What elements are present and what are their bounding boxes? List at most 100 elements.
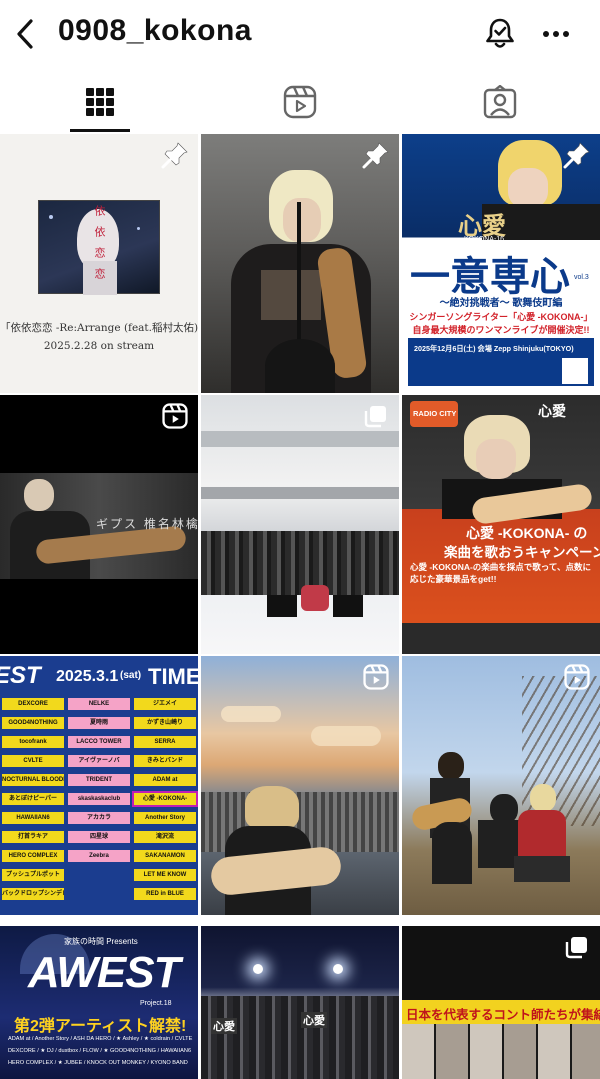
timetable-slot: 四星球 <box>68 831 130 843</box>
post-artwork: 依依恋恋 <box>38 200 160 295</box>
fan-sign: 心愛 <box>211 1018 237 1034</box>
artist-face <box>508 168 548 208</box>
performer-hair <box>245 786 299 830</box>
post-thumbnail[interactable] <box>201 134 399 393</box>
bell-check-icon <box>486 18 514 48</box>
timetable-slot: アカカラ <box>68 812 130 824</box>
pinned-badge <box>160 140 190 170</box>
mall-mid-floor <box>201 487 399 499</box>
fan-sign: 心愛 <box>301 1012 327 1028</box>
timetable-column-1: DEXCORE GOOD4NOTHING tocofrank CVLTE NOCTURN… <box>2 698 64 907</box>
reels-icon <box>363 664 389 690</box>
member-legs <box>514 856 570 882</box>
timetable-slot: ジエメイ <box>134 698 196 710</box>
more-options-button[interactable] <box>536 14 576 54</box>
timetable-slot: Another Story <box>134 812 196 824</box>
post-date: 2025.2.28 on stream <box>43 340 155 352</box>
mall-upper-floor <box>201 431 399 447</box>
post-thumbnail[interactable]: ギプス 椎名林檎 <box>0 395 198 654</box>
timetable-slot: HERO COMPLEX <box>2 850 64 862</box>
timetable-slot: かずき山崎り <box>134 717 196 729</box>
notifications-button[interactable] <box>480 14 520 54</box>
speaker-left <box>267 595 297 617</box>
video-frame: ギプス 椎名林檎 <box>0 473 198 579</box>
back-button[interactable] <box>8 14 42 54</box>
post-thumbnail[interactable]: 家族の時間 Presents AWEST Project.18 第2弾アーティス… <box>0 926 198 1079</box>
timetable-slot: SERRA <box>134 736 196 748</box>
tagged-icon <box>483 85 517 119</box>
artist-logo: 心愛 <box>538 404 566 420</box>
post-thumbnail[interactable]: RADIO CITY 心愛 心愛 -KOKONA- の 楽曲を歌おうキャンペーン… <box>402 395 600 654</box>
audience <box>201 996 399 1079</box>
tab-reels[interactable] <box>200 72 400 132</box>
member-body <box>518 810 566 856</box>
chevron-left-icon <box>17 19 33 49</box>
performer-face <box>283 198 321 242</box>
post-caption: 「依依恋恋 -Re:Arrange (feat.稲村太佑)」 <box>0 322 198 334</box>
artwork-title: 依依恋恋 <box>93 205 106 289</box>
campaign-body: 心愛 -KOKONA-の楽曲を採点で歌って、点数に応じた豪華景品をget!! <box>410 562 591 584</box>
profile-tabs <box>0 72 600 132</box>
timetable-slot: プッシュプルポット <box>2 869 64 881</box>
fest-logo: AWEST <box>28 948 180 997</box>
reels-badge <box>562 662 592 692</box>
campaign-headline-1: 心愛 -KOKONA- の <box>466 525 588 541</box>
fest-date: 2025.3.1 <box>56 668 119 685</box>
cloud <box>221 706 281 722</box>
timetable-slot: skaskaskaclub <box>68 793 130 805</box>
post-vol: vol.3 <box>574 274 589 281</box>
timetable-slot: NOCTURNAL BLOODLUST <box>2 774 64 786</box>
member-seated <box>432 822 472 884</box>
post-thumbnail[interactable]: 心愛 心愛 <box>201 926 399 1079</box>
timetable-slot: ADAM at <box>134 774 196 786</box>
stage-light <box>333 964 343 974</box>
lineup-line-1: ADAM at / Another Story / ASH DA HERO / … <box>8 1036 193 1042</box>
post-thumbnail[interactable]: 依依恋恋 「依依恋恋 -Re:Arrange (feat.稲村太佑)」 2025… <box>0 134 198 393</box>
post-thumbnail[interactable]: EST 2025.3.1 (sat) TIME TA DEXCORE GOOD4N… <box>0 656 198 915</box>
headline-banner: 日本を代表するコント師たちが集結! <box>402 1000 600 1024</box>
post-logo-sub: KOKONA-16 <box>464 236 505 243</box>
lineup-line-2: DEXCORE / ★ DJ / dustbox / FLOW / ★ GOOD… <box>8 1048 192 1054</box>
audience-head <box>265 339 335 393</box>
timetable-slot: 滝沢流 <box>134 831 196 843</box>
tab-tagged[interactable] <box>400 72 600 132</box>
timetable-slot: 打首ラキア <box>2 831 64 843</box>
venue-banner: 2025年12月6日(土) 会場 Zepp Shinjuku(TOKYO) <box>408 338 594 386</box>
timetable-slot: GOOD4NOTHING <box>2 717 64 729</box>
stage-light <box>253 964 263 974</box>
campaign-headline-2: 楽曲を歌おうキャンペーン!! <box>444 545 600 560</box>
reels-icon <box>564 664 590 690</box>
grid-icon <box>86 88 114 116</box>
post-project: Project.18 <box>140 1000 172 1007</box>
post-headline: 第2弾アーティスト解禁! <box>14 1018 187 1035</box>
pinned-badge <box>562 140 592 170</box>
reels-icon <box>162 403 188 429</box>
timetable-slot: LACCO TOWER <box>68 736 130 748</box>
reels-icon <box>283 85 317 119</box>
reels-badge <box>160 401 190 431</box>
carousel-icon <box>565 937 587 959</box>
carousel-icon <box>364 406 386 428</box>
crowd <box>201 531 399 595</box>
post-venue: 2025年12月6日(土) 会場 Zepp Shinjuku(TOKYO) <box>414 344 574 353</box>
post-thumbnail[interactable] <box>402 656 600 915</box>
footer-bar <box>402 623 600 654</box>
lineup-line-3: HERO COMPLEX / ★ JUBEE / KNOCK OUT MONKE… <box>8 1060 188 1066</box>
post-thumbnail[interactable]: 心愛 KOKONA-16 一意専心 vol.3 ～絶対挑戦者～ 歌舞伎町編 シン… <box>402 134 600 393</box>
fest-day: (sat) <box>120 670 142 681</box>
timetable-slot: DEXCORE <box>2 698 64 710</box>
performer-head <box>24 479 54 511</box>
post-thumbnail[interactable] <box>201 656 399 915</box>
active-tab-indicator <box>70 129 130 132</box>
logo-text: RADIO CITY <box>413 409 457 418</box>
timetable-slot: 夏時雨 <box>68 717 130 729</box>
video-caption: ギプス 椎名林檎 <box>96 517 198 531</box>
timetable-slot: あとぼけピーパー <box>2 793 64 805</box>
profile-username: 0908_kokona <box>58 14 252 47</box>
post-line2: 自身最大規模のワンマンライブが開催決定!! <box>412 325 590 335</box>
post-thumbnail[interactable]: 日本を代表するコント師たちが集結! <box>402 926 600 1079</box>
radio-city-logo: RADIO CITY <box>410 401 458 427</box>
post-line1: シンガーソングライター「心愛 -KOKONA-」 <box>409 312 593 322</box>
tab-grid[interactable] <box>0 72 200 132</box>
post-thumbnail[interactable] <box>201 395 399 654</box>
